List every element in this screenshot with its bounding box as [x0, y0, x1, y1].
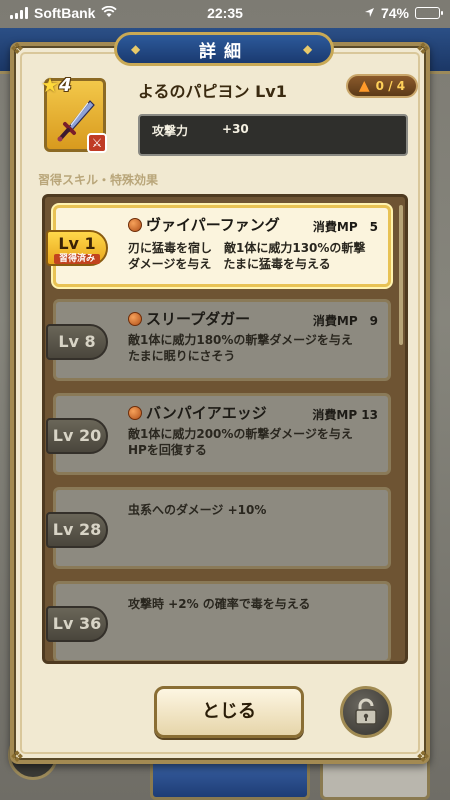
star-icon: ★	[41, 73, 59, 97]
item-name: よるのパピヨン Lv1	[138, 82, 287, 101]
battery-percent: 74%	[380, 5, 409, 21]
skill-orb-icon	[128, 218, 142, 232]
corner-ornament-icon: ❖	[415, 39, 431, 58]
learned-tag: 習得済み	[54, 254, 100, 264]
title-ornament-icon: ◆	[131, 42, 149, 56]
skill-description-line: たまに眠りにさそう	[128, 349, 236, 363]
wifi-icon	[101, 5, 118, 21]
upgrade-count: 0 / 4	[375, 79, 406, 93]
item-rank: 4	[59, 75, 72, 96]
level-badge: Lv 8	[46, 324, 108, 360]
level-badge: Lv 36	[46, 606, 108, 642]
scrollbar[interactable]	[399, 205, 403, 345]
upgrade-counter: ▲ 0 / 4	[346, 74, 418, 98]
skill-mp-cost: 消費MP 13	[312, 408, 378, 422]
stat-label: 攻撃力	[152, 124, 189, 138]
level-label: Lv 1	[58, 234, 96, 253]
level-badge: Lv 28	[46, 512, 108, 548]
signal-icon	[10, 7, 28, 19]
skill-mp-cost: 消費MP 5	[312, 220, 378, 234]
skill-description: 虫系へのダメージ +10%	[128, 503, 267, 517]
list-item[interactable]: Lv 8 スリープダガー 消費MP 9 敵1体に威力180%の斬撃ダメージを与え…	[46, 299, 391, 381]
skill-name: スリープダガー	[146, 310, 251, 328]
list-item[interactable]: Lv 20 バンパイアエッジ 消費MP 13 敵1体に威力200%の斬撃ダメージ…	[46, 393, 391, 475]
skill-orb-icon	[128, 406, 142, 420]
level-badge: Lv 20	[46, 418, 108, 454]
skill-list[interactable]: Lv 1 習得済み ヴァイパーファング 消費MP 5 刃に猛毒を宿し 敵1体に威…	[42, 194, 408, 664]
arrow-up-icon: ▲	[358, 78, 370, 94]
lock-button[interactable]	[340, 686, 392, 738]
unlock-icon	[355, 698, 377, 725]
status-bar: SoftBank 22:35 74%	[0, 0, 450, 26]
section-label: 習得スキル・特殊効果	[38, 173, 159, 187]
skill-description: 攻撃時 +2% の確率で毒を与える	[128, 597, 311, 611]
skill-description-line: ダメージを与え たまに猛毒を与える	[128, 257, 331, 271]
weapon-type-icon: ⚔	[87, 133, 107, 153]
item-icon-frame[interactable]: ★ 4 ⚔	[41, 73, 107, 153]
location-arrow-icon	[364, 5, 375, 21]
carrier-name: SoftBank	[34, 5, 96, 21]
skill-orb-icon	[128, 312, 142, 326]
stat-box: 攻撃力 +30	[138, 114, 408, 156]
corner-ornament-icon: ❖	[9, 39, 25, 58]
skill-description: 敵1体に威力180%の斬撃ダメージを与え たまに眠りにさそう	[128, 332, 388, 364]
battery-icon	[415, 7, 443, 19]
skill-description-line: HPを回復する	[128, 443, 207, 457]
corner-ornament-icon: ❖	[9, 747, 25, 766]
dialog-title: 詳細	[199, 41, 249, 62]
list-item[interactable]: Lv 1 習得済み ヴァイパーファング 消費MP 5 刃に猛毒を宿し 敵1体に威…	[46, 205, 391, 287]
skill-description-line: 敵1体に威力200%の斬撃ダメージを与え	[128, 427, 353, 441]
level-badge: Lv 1 習得済み	[46, 230, 108, 266]
list-item[interactable]: Lv 36 攻撃時 +2% の確率で毒を与える	[46, 581, 391, 661]
list-item[interactable]: Lv 28 虫系へのダメージ +10%	[46, 487, 391, 569]
title-ornament-icon: ◆	[303, 42, 321, 56]
skill-mp-cost: 消費MP 9	[312, 314, 378, 328]
stat-value: +30	[222, 122, 249, 136]
skill-description-line: 敵1体に威力180%の斬撃ダメージを与え	[128, 333, 353, 347]
skill-description: 敵1体に威力200%の斬撃ダメージを与え HPを回復する	[128, 426, 388, 458]
dialog-title-plate: ◆ 詳細 ◆	[114, 32, 334, 66]
skill-name: ヴァイパーファング	[146, 216, 280, 234]
skill-name: バンパイアエッジ	[146, 404, 267, 422]
skill-description-line: 刃に猛毒を宿し 敵1体に威力130%の斬撃	[128, 241, 366, 255]
skill-description: 刃に猛毒を宿し 敵1体に威力130%の斬撃 ダメージを与え たまに猛毒を与える	[128, 240, 388, 272]
close-button[interactable]: とじる	[154, 686, 304, 738]
corner-ornament-icon: ❖	[415, 747, 431, 766]
detail-dialog: ❖ ❖ ❖ ❖ ◆ 詳細 ◆ ★ 4 ⚔ よるのパピヨン Lv1 ▲ 0 / 4…	[9, 32, 431, 766]
